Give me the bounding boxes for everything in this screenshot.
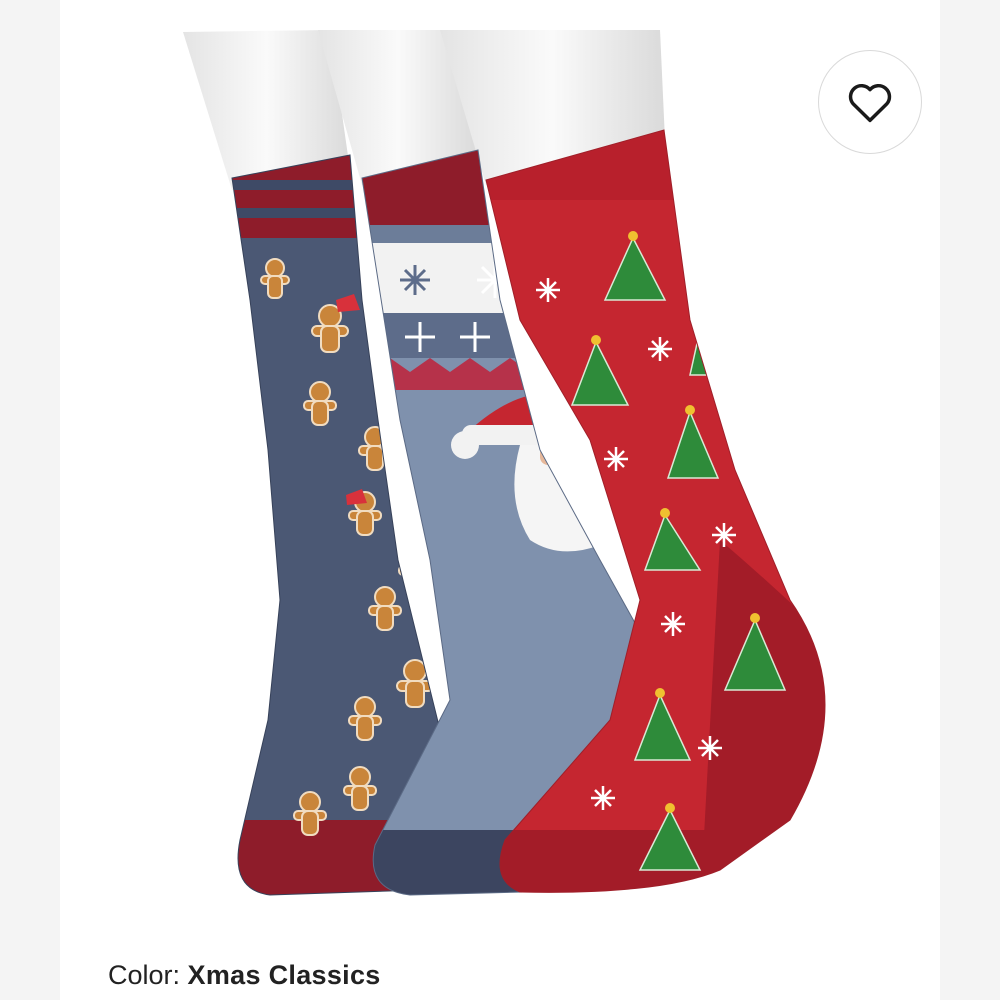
color-selection: Color: Xmas Classics: [108, 960, 381, 991]
color-label: Color:: [108, 960, 181, 990]
favorite-button[interactable]: [818, 50, 922, 154]
color-value: Xmas Classics: [187, 960, 381, 990]
heart-outline-icon: [848, 84, 892, 123]
